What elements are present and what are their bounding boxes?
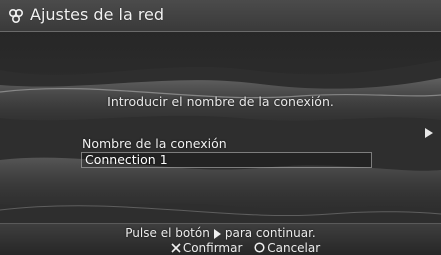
wave-background — [0, 60, 441, 255]
hint-text-before: Pulse el botón — [125, 226, 210, 240]
hint-text-after: para continuar. — [224, 226, 316, 240]
cross-icon — [171, 243, 181, 253]
connection-name-value: Connection 1 — [85, 152, 168, 167]
button-legend: Confirmar Cancelar — [0, 241, 441, 255]
instruction-text: Introducir el nombre de la conexión. — [107, 94, 334, 109]
network-settings-icon — [8, 8, 24, 24]
next-arrow-icon[interactable] — [425, 128, 433, 138]
cancel-label: Cancelar — [267, 241, 321, 255]
circle-icon — [254, 242, 265, 253]
right-arrow-button-icon — [213, 229, 221, 239]
cancel-button[interactable]: Cancelar — [254, 241, 320, 255]
psp-screen: Ajustes de la red Introducir el nombre d… — [0, 0, 441, 255]
connection-name-label: Nombre de la conexión — [82, 136, 227, 151]
title-bar: Ajustes de la red — [0, 0, 441, 32]
connection-name-field[interactable]: Connection 1 — [81, 152, 372, 168]
confirm-label: Confirmar — [182, 241, 243, 255]
confirm-button[interactable]: Confirmar — [171, 241, 243, 255]
page-title: Ajustes de la red — [30, 5, 165, 24]
continue-hint: Pulse el botón para continuar. — [0, 226, 441, 240]
